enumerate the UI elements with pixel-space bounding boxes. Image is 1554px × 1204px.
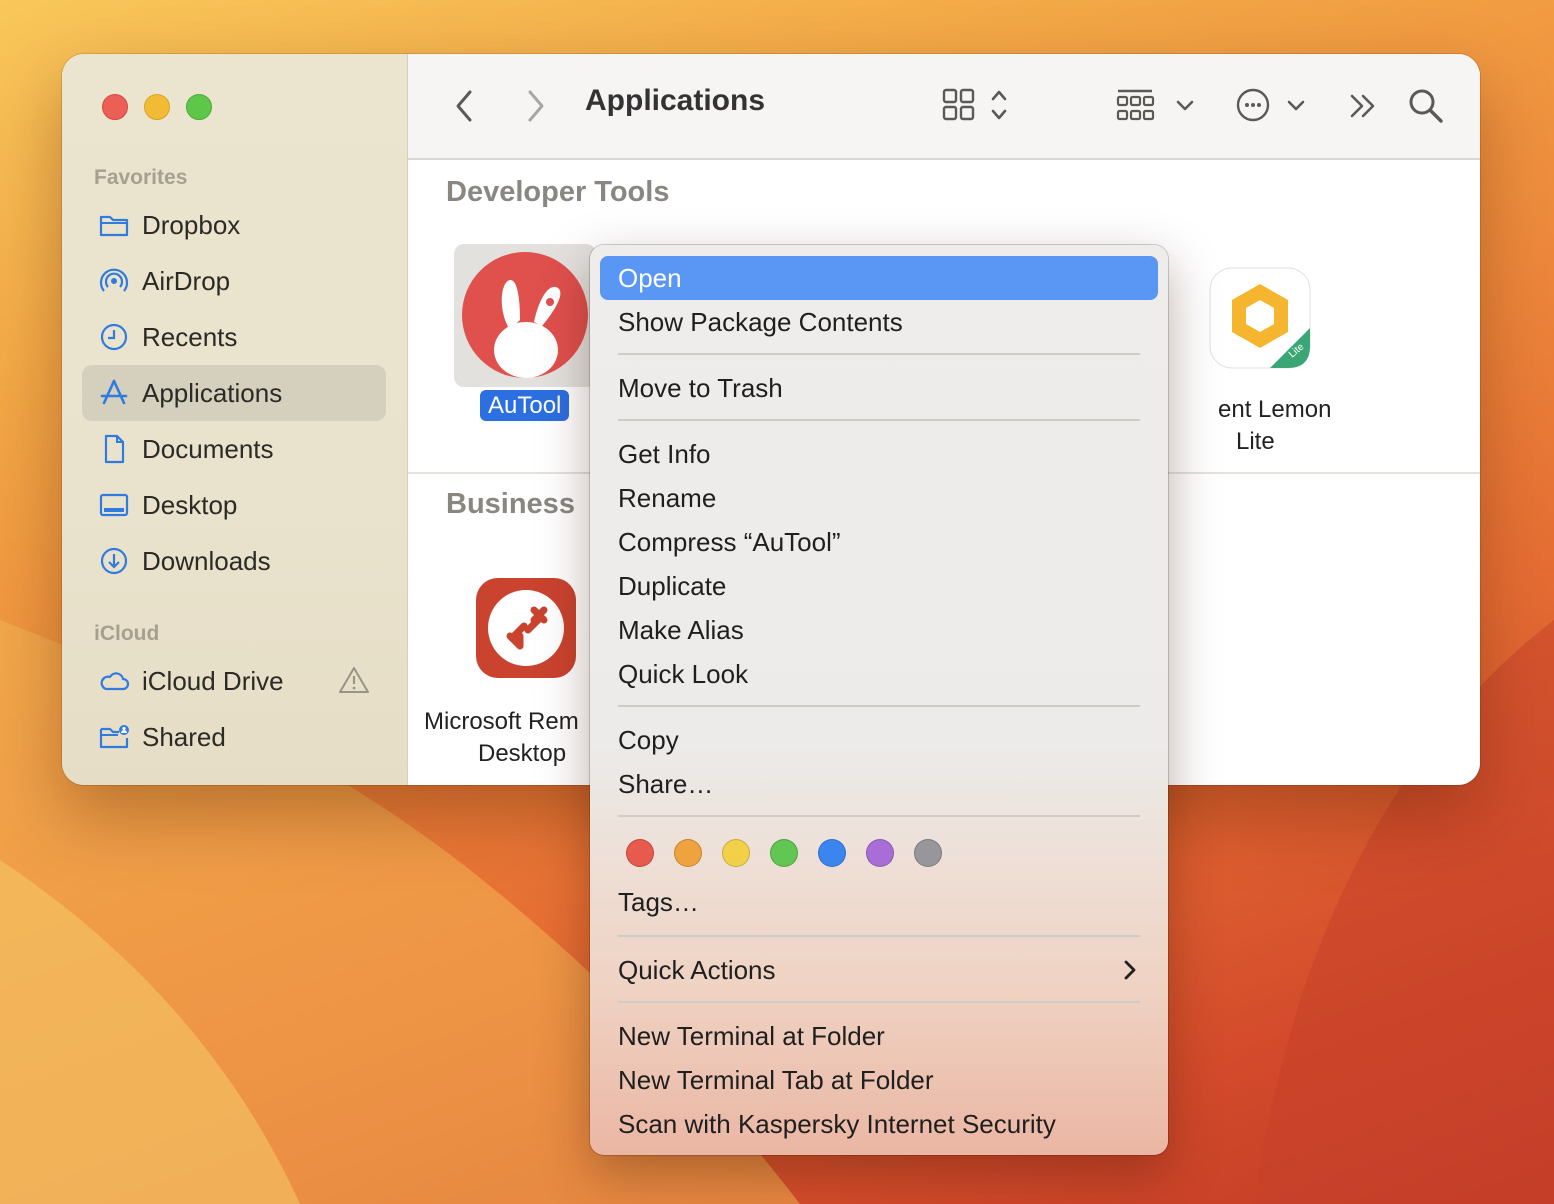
- lemon-lite-app-icon[interactable]: Lite: [1208, 266, 1312, 375]
- desktop-icon: [96, 487, 132, 523]
- airdrop-icon: [96, 263, 132, 299]
- sidebar-item-desktop[interactable]: Desktop: [82, 477, 386, 533]
- autool-app-icon[interactable]: [462, 252, 588, 383]
- group-header-business: Business: [446, 488, 575, 520]
- sidebar-item-label: AirDrop: [142, 265, 231, 296]
- app-label-remote-line1: Microsoft Rem: [424, 708, 579, 735]
- menu-separator: [618, 353, 1140, 355]
- chevron-left-icon: [456, 90, 472, 122]
- sidebar-item-icloud-drive[interactable]: iCloud Drive: [82, 653, 386, 709]
- tag-gray-button[interactable]: [914, 839, 942, 867]
- applications-icon: [96, 375, 132, 411]
- menu-separator: [618, 419, 1140, 421]
- context-menu: Open Show Package Contents Move to Trash…: [590, 245, 1168, 1155]
- menu-item-duplicate[interactable]: Duplicate: [600, 564, 1158, 608]
- tag-red-button[interactable]: [626, 839, 654, 867]
- double-chevron-icon: [1350, 94, 1375, 118]
- download-icon: [96, 543, 132, 579]
- menu-separator: [618, 935, 1140, 937]
- favorites-header: Favorites: [94, 166, 188, 189]
- menu-item-tags[interactable]: Tags…: [600, 880, 1158, 924]
- sidebar-item-label: Desktop: [142, 489, 238, 520]
- menu-item-show-package-contents[interactable]: Show Package Contents: [600, 300, 1158, 344]
- more-toolbar-button[interactable]: [1348, 92, 1378, 120]
- sidebar-item-airdrop[interactable]: AirDrop: [82, 253, 386, 309]
- menu-item-quick-actions[interactable]: Quick Actions: [600, 948, 1158, 992]
- menu-item-scan-kaspersky[interactable]: Scan with Kaspersky Internet Security: [600, 1102, 1158, 1146]
- sidebar: Favorites Dropbox AirDrop Recents Applic…: [62, 54, 408, 785]
- sidebar-item-applications[interactable]: Applications: [82, 365, 386, 421]
- menu-item-get-info[interactable]: Get Info: [600, 432, 1158, 476]
- window-controls: [102, 94, 212, 120]
- zoom-button[interactable]: [186, 94, 212, 120]
- forward-button[interactable]: [524, 88, 548, 124]
- close-button[interactable]: [102, 94, 128, 120]
- chevron-right-icon: [528, 90, 544, 122]
- shared-folder-icon: [96, 719, 132, 755]
- app-label-lemon-line1: ent Lemon: [1218, 396, 1332, 423]
- sidebar-item-recents[interactable]: Recents: [82, 309, 386, 365]
- sidebar-item-label: Shared: [142, 721, 226, 752]
- chevron-right-icon: [1122, 948, 1140, 1005]
- folder-icon: [96, 207, 132, 243]
- menu-item-quick-look[interactable]: Quick Look: [600, 652, 1158, 696]
- tag-orange-button[interactable]: [674, 839, 702, 867]
- menu-item-rename[interactable]: Rename: [600, 476, 1158, 520]
- icloud-header: iCloud: [94, 622, 160, 645]
- menu-item-move-to-trash[interactable]: Move to Trash: [600, 366, 1158, 410]
- sidebar-item-label: Downloads: [142, 545, 271, 576]
- app-label-lemon-line2: Lite: [1236, 428, 1275, 455]
- group-header-developer-tools: Developer Tools: [446, 176, 670, 208]
- app-label-autool[interactable]: AuTool: [480, 390, 570, 421]
- warning-icon[interactable]: [338, 665, 370, 702]
- back-button[interactable]: [452, 88, 476, 124]
- sidebar-item-documents[interactable]: Documents: [82, 421, 386, 477]
- search-icon: [1409, 89, 1443, 123]
- minimize-button[interactable]: [144, 94, 170, 120]
- grid-view-icon: [942, 88, 1007, 121]
- tag-blue-button[interactable]: [818, 839, 846, 867]
- cloud-icon: [96, 663, 132, 699]
- menu-separator: [618, 705, 1140, 707]
- tag-green-button[interactable]: [770, 839, 798, 867]
- menu-item-make-alias[interactable]: Make Alias: [600, 608, 1158, 652]
- remote-desktop-app-icon[interactable]: [474, 576, 578, 685]
- search-button[interactable]: [1408, 88, 1444, 124]
- view-mode-button[interactable]: [942, 88, 1012, 122]
- app-label-remote-line2: Desktop: [478, 740, 567, 767]
- sidebar-item-dropbox[interactable]: Dropbox: [82, 197, 386, 253]
- menu-item-new-terminal[interactable]: New Terminal at Folder: [600, 1014, 1158, 1058]
- menu-separator: [618, 1001, 1140, 1003]
- toolbar: Applications: [408, 54, 1480, 160]
- document-icon: [96, 431, 132, 467]
- menu-item-compress[interactable]: Compress “AuTool”: [600, 520, 1158, 564]
- menu-item-new-terminal-tab[interactable]: New Terminal Tab at Folder: [600, 1058, 1158, 1102]
- tag-yellow-button[interactable]: [722, 839, 750, 867]
- menu-item-copy[interactable]: Copy: [600, 718, 1158, 762]
- menu-item-open[interactable]: Open: [600, 256, 1158, 300]
- menu-separator: [618, 815, 1140, 817]
- sidebar-item-label: iCloud Drive: [142, 665, 284, 696]
- sidebar-item-label: Documents: [142, 433, 274, 464]
- action-menu-button[interactable]: [1236, 88, 1320, 122]
- clock-icon: [96, 319, 132, 355]
- ellipsis-circle-icon: [1236, 88, 1305, 122]
- sidebar-item-label: Recents: [142, 321, 238, 352]
- group-by-button[interactable]: [1116, 88, 1198, 122]
- group-icon: [1116, 89, 1194, 121]
- tag-purple-button[interactable]: [866, 839, 894, 867]
- sidebar-item-label: Dropbox: [142, 209, 241, 240]
- window-title: Applications: [585, 84, 766, 117]
- sidebar-item-shared[interactable]: Shared: [82, 709, 386, 765]
- sidebar-item-downloads[interactable]: Downloads: [82, 533, 386, 589]
- menu-item-share[interactable]: Share…: [600, 762, 1158, 806]
- sidebar-item-label: Applications: [142, 377, 283, 408]
